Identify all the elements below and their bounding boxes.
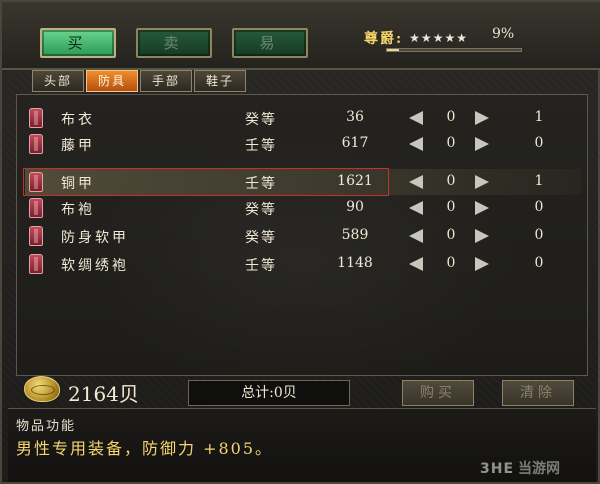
item-grade: 癸等	[245, 202, 277, 218]
item-name: 布袍	[61, 202, 95, 218]
list-item[interactable]: 藤甲 壬等 617 0 0	[25, 131, 581, 157]
description-text: 男性专用装备，防御力 +805。	[16, 439, 274, 458]
armor-icon	[29, 254, 43, 274]
tab-head[interactable]: 头部	[32, 70, 84, 92]
item-quantity: 0	[446, 255, 456, 271]
watermark-text: 当游网	[518, 461, 561, 477]
item-price: 1148	[337, 255, 373, 271]
decrease-arrow-icon[interactable]	[409, 229, 423, 243]
item-list: 布衣 癸等 36 0 1 藤甲 壬等 617 0 0 铜甲 壬等 1621 0	[16, 94, 588, 376]
rank-label: 尊爵:	[364, 31, 404, 47]
item-grade: 壬等	[245, 176, 277, 192]
list-item[interactable]: 布袍 癸等 90 0 0	[25, 195, 581, 221]
decrease-arrow-icon[interactable]	[409, 175, 423, 189]
item-name: 防身软甲	[61, 230, 129, 246]
item-grade: 癸等	[245, 112, 277, 128]
item-owned-count: 0	[534, 199, 544, 215]
increase-arrow-icon[interactable]	[475, 201, 489, 215]
increase-arrow-icon[interactable]	[475, 175, 489, 189]
rank-progress-fill	[387, 49, 400, 51]
clear-button[interactable]: 清除	[502, 380, 574, 406]
item-quantity: 0	[446, 109, 456, 125]
item-name: 布衣	[61, 112, 95, 128]
shop-window: 买 卖 易 尊爵: ★★★★★ 9% 头部 防具 手部 鞋子 布衣 癸等 36 …	[0, 0, 600, 484]
list-item-selected[interactable]: 铜甲 壬等 1621 0 1	[23, 168, 581, 196]
item-owned-count: 0	[534, 255, 544, 271]
item-price: 36	[346, 109, 364, 125]
rank-progress-text: 9%	[492, 26, 515, 42]
tab-shoes[interactable]: 鞋子	[194, 70, 246, 92]
decrease-arrow-icon[interactable]	[409, 111, 423, 125]
item-quantity: 0	[446, 227, 456, 243]
item-quantity: 0	[446, 199, 456, 215]
item-quantity: 0	[446, 135, 456, 151]
order-total: 总计:0贝	[188, 380, 350, 406]
decrease-arrow-icon[interactable]	[409, 257, 423, 271]
armor-icon	[29, 134, 43, 154]
armor-icon	[29, 108, 43, 128]
rank-progress-bar	[386, 48, 522, 52]
item-name: 软绸绣袍	[61, 258, 129, 274]
item-quantity: 0	[446, 173, 456, 189]
list-item[interactable]: 防身软甲 癸等 589 0 0	[25, 223, 581, 249]
item-grade: 壬等	[245, 138, 277, 154]
coin-icon	[24, 376, 60, 402]
armor-icon	[29, 226, 43, 246]
item-owned-count: 0	[534, 135, 544, 151]
list-item[interactable]: 布衣 癸等 36 0 1	[25, 105, 581, 131]
watermark-logo: 3HE	[480, 461, 515, 477]
increase-arrow-icon[interactable]	[475, 257, 489, 271]
item-price: 617	[341, 135, 369, 151]
wallet-amount: 2164贝	[68, 382, 139, 406]
item-price: 1621	[337, 173, 373, 189]
increase-arrow-icon[interactable]	[475, 111, 489, 125]
tab-hand[interactable]: 手部	[140, 70, 192, 92]
item-owned-count: 1	[534, 109, 544, 125]
increase-arrow-icon[interactable]	[475, 229, 489, 243]
exchange-mode-button[interactable]: 易	[232, 28, 308, 58]
site-watermark: 3HE 当游网	[480, 458, 560, 478]
buy-mode-button[interactable]: 买	[40, 28, 116, 58]
item-grade: 癸等	[245, 230, 277, 246]
tab-armor[interactable]: 防具	[86, 70, 138, 92]
list-item[interactable]: 软绸绣袍 壬等 1148 0 0	[25, 251, 581, 277]
item-price: 90	[346, 199, 364, 215]
purchase-button[interactable]: 购买	[402, 380, 474, 406]
item-owned-count: 1	[534, 173, 544, 189]
increase-arrow-icon[interactable]	[475, 137, 489, 151]
description-title: 物品功能	[16, 419, 77, 434]
item-price: 589	[341, 227, 369, 243]
sell-mode-button[interactable]: 卖	[136, 28, 212, 58]
category-tabs: 头部 防具 手部 鞋子	[32, 70, 246, 94]
top-bar: 买 卖 易 尊爵: ★★★★★ 9%	[2, 2, 600, 70]
rank-stars-icon: ★★★★★	[409, 31, 468, 45]
item-name: 铜甲	[61, 176, 95, 192]
armor-icon	[29, 172, 43, 192]
item-owned-count: 0	[534, 227, 544, 243]
decrease-arrow-icon[interactable]	[409, 137, 423, 151]
armor-icon	[29, 198, 43, 218]
item-grade: 壬等	[245, 258, 277, 274]
decrease-arrow-icon[interactable]	[409, 201, 423, 215]
item-name: 藤甲	[61, 138, 95, 154]
